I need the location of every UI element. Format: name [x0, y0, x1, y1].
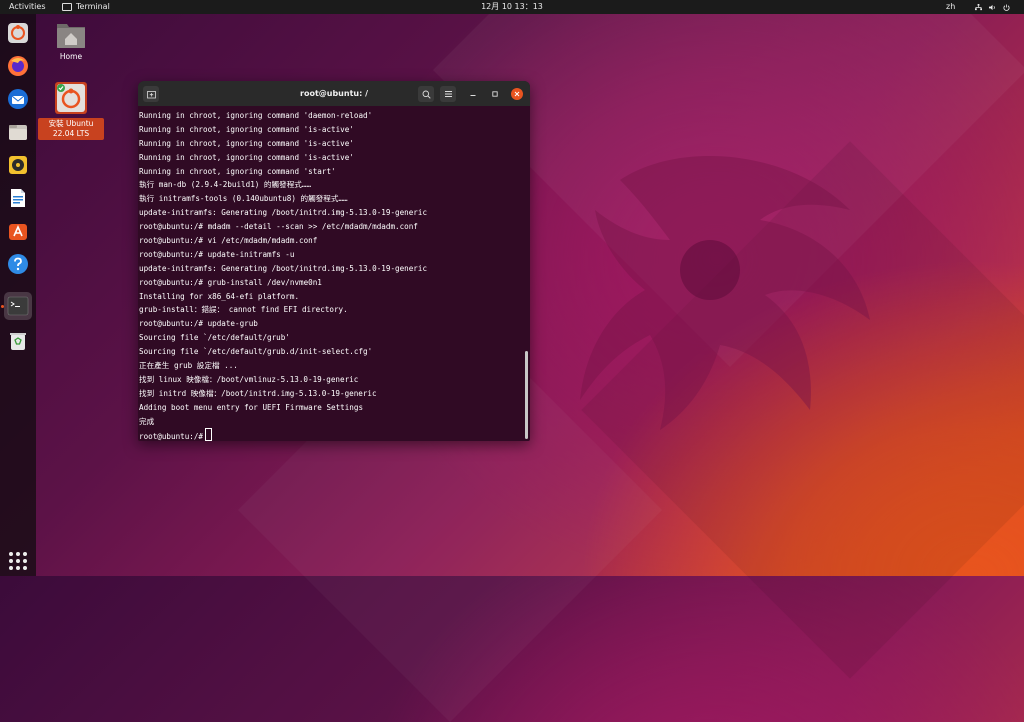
dock-item-installer[interactable] — [5, 20, 31, 46]
firefox-icon — [8, 56, 28, 76]
desktop-installer[interactable]: 安裝 Ubuntu 22.04 LTS — [38, 80, 104, 140]
new-tab-icon — [146, 90, 156, 98]
volume-icon — [989, 4, 995, 10]
minimize-button[interactable] — [466, 86, 480, 102]
terminal-line: root@ubuntu:/# mdadm --detail --scan >> … — [139, 222, 418, 232]
search-icon — [422, 90, 431, 99]
trash-icon — [10, 333, 26, 350]
hamburger-menu-button[interactable] — [440, 86, 456, 102]
terminal-titlebar[interactable]: root@ubuntu: / — [138, 81, 530, 106]
text-cursor — [205, 428, 213, 441]
wallpaper-facet — [581, 141, 1024, 679]
close-icon — [514, 91, 520, 97]
terminal-line: 執行 man-db (2.9.4-2build1) 的觸發程式…… — [139, 180, 312, 190]
terminal-output[interactable]: Running in chroot, ignoring command 'dae… — [138, 109, 524, 441]
home-folder-icon — [57, 24, 85, 48]
help-icon — [8, 254, 28, 274]
jellyfish-mascot-graphic — [580, 156, 870, 430]
dock-item-thunderbird[interactable] — [5, 86, 31, 112]
terminal-icon — [62, 3, 72, 11]
maximize-icon — [492, 91, 498, 97]
close-button[interactable] — [511, 88, 523, 100]
files-icon — [9, 125, 27, 140]
dock-item-firefox[interactable] — [5, 53, 31, 79]
terminal-scrollbar[interactable] — [525, 351, 528, 439]
home-folder-label: Home — [59, 52, 83, 61]
terminal-line: 找到 linux 映像檔：/boot/vmlinuz-5.13.0-19-gen… — [139, 374, 359, 384]
terminal-line: Adding boot menu entry for UEFI Firmware… — [139, 402, 364, 412]
terminal-line: Running in chroot, ignoring command 'sta… — [139, 166, 336, 176]
ubuntu-installer-icon — [55, 82, 87, 114]
terminal-prompt-line[interactable]: root@ubuntu:/# — [138, 428, 524, 441]
clock[interactable]: 12月 10 13：13 — [481, 2, 543, 11]
dock — [0, 14, 36, 576]
app-menu-label: Terminal — [76, 2, 110, 11]
dock-item-libreoffice-writer[interactable] — [5, 185, 31, 211]
network-icon — [975, 3, 982, 10]
ubuntu-installer-icon — [8, 23, 28, 43]
hamburger-icon — [444, 91, 452, 97]
terminal-line: 正在產生 grub 設定檔 ... — [139, 361, 238, 371]
thunderbird-icon — [8, 89, 28, 109]
dock-item-terminal[interactable] — [4, 292, 32, 320]
terminal-line: Running in chroot, ignoring command 'dae… — [139, 111, 373, 120]
terminal-line: grub-install：錯誤： cannot find EFI directo… — [139, 305, 348, 315]
terminal-line: Installing for x86_64-efi platform. — [139, 291, 300, 301]
dock-item-rhythmbox[interactable] — [5, 152, 31, 178]
rhythmbox-icon — [9, 156, 27, 174]
system-tray[interactable] — [975, 0, 1010, 14]
minimize-icon — [470, 95, 476, 96]
terminal-line: root@ubuntu:/# update-grub — [139, 319, 258, 329]
terminal-icon — [7, 296, 29, 316]
terminal-line: Running in chroot, ignoring command 'is-… — [139, 152, 354, 162]
software-center-icon — [9, 224, 27, 240]
power-icon — [1003, 3, 1010, 11]
terminal-line: 找到 initrd 映像檔：/boot/initrd.img-5.13.0-19… — [139, 388, 377, 398]
terminal-line: Running in chroot, ignoring command 'is-… — [139, 124, 354, 134]
installer-label: 安裝 Ubuntu 22.04 LTS — [38, 118, 104, 140]
terminal-line: root@ubuntu:/# grub-install /dev/nvme0n1 — [139, 277, 322, 287]
terminal-line: Sourcing file `/etc/default/grub' — [139, 333, 290, 343]
terminal-line: update-initramfs: Generating /boot/initr… — [139, 263, 428, 273]
dock-item-files[interactable] — [5, 119, 31, 145]
dock-item-help[interactable] — [5, 251, 31, 277]
terminal-line: Sourcing file `/etc/default/grub.d/init-… — [139, 347, 373, 357]
search-button[interactable] — [418, 86, 434, 102]
terminal-line: 完成 — [139, 416, 155, 426]
terminal-line: root@ubuntu:/# vi /etc/mdadm/mdadm.conf — [139, 236, 318, 246]
top-bar: Activities Terminal 12月 10 13：13 zh — [0, 0, 1024, 14]
new-tab-button[interactable] — [143, 86, 159, 102]
terminal-line: 執行 initramfs-tools (0.140ubuntu8) 的觸發程式…… — [139, 194, 348, 204]
terminal-line: Running in chroot, ignoring command 'is-… — [139, 138, 354, 148]
input-method-indicator[interactable]: zh — [946, 0, 955, 14]
terminal-prompt: root@ubuntu:/# — [139, 432, 204, 441]
dock-item-trash[interactable] — [5, 328, 31, 354]
terminal-line: root@ubuntu:/# update-initramfs -u — [139, 249, 295, 259]
terminal-window[interactable]: root@ubuntu: / Running in chroot, ignori… — [138, 81, 530, 441]
writer-icon — [11, 189, 25, 207]
app-menu[interactable]: Terminal — [62, 0, 110, 14]
terminal-line: update-initramfs: Generating /boot/initr… — [139, 208, 428, 218]
show-applications-button[interactable] — [9, 552, 27, 570]
desktop-home-folder[interactable]: Home — [50, 20, 92, 61]
maximize-button[interactable] — [488, 86, 502, 102]
dock-item-software[interactable] — [5, 218, 31, 244]
activities-button[interactable]: Activities — [9, 0, 46, 14]
